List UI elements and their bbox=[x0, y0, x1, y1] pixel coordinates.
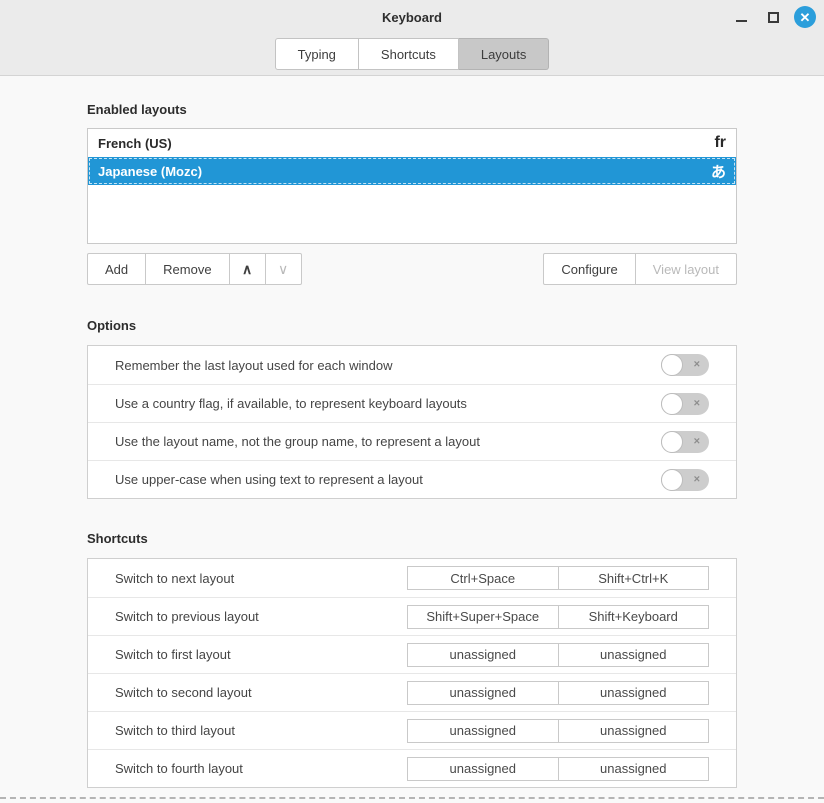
keybinding-button-2[interactable]: unassigned bbox=[559, 757, 710, 781]
shortcut-label: Switch to previous layout bbox=[115, 609, 407, 624]
layout-indicator-icon: あ bbox=[711, 161, 726, 182]
maximize-button[interactable] bbox=[762, 6, 784, 28]
shortcut-label: Switch to next layout bbox=[115, 571, 407, 586]
tab-shortcuts-label: Shortcuts bbox=[381, 47, 436, 62]
shortcut-row-next-layout: Switch to next layout Ctrl+Space Shift+C… bbox=[88, 559, 736, 597]
configure-button[interactable]: Configure bbox=[543, 253, 635, 285]
layout-actions-row: Add Remove ∧ ∨ Configure View layout bbox=[87, 253, 737, 285]
move-down-button[interactable]: ∨ bbox=[266, 253, 302, 285]
keybinding-group: Shift+Super+Space Shift+Keyboard bbox=[407, 605, 709, 629]
view-layout-button[interactable]: View layout bbox=[636, 253, 737, 285]
shortcut-row-second-layout: Switch to second layout unassigned unass… bbox=[88, 673, 736, 711]
option-label: Use upper-case when using text to repres… bbox=[115, 472, 661, 487]
move-up-button[interactable]: ∧ bbox=[230, 253, 266, 285]
shortcut-row-previous-layout: Switch to previous layout Shift+Super+Sp… bbox=[88, 597, 736, 635]
toggle-off-icon: × bbox=[694, 398, 700, 409]
option-row-remember-last-layout: Remember the last layout used for each w… bbox=[88, 346, 736, 384]
layout-list-item-japanese[interactable]: Japanese (Mozc) あ bbox=[88, 157, 736, 185]
keybinding-button-1[interactable]: unassigned bbox=[407, 719, 559, 743]
toggle-knob bbox=[661, 469, 683, 491]
chevron-up-icon: ∧ bbox=[242, 261, 252, 278]
option-label: Remember the last layout used for each w… bbox=[115, 358, 661, 373]
layout-list-item-french[interactable]: French (US) fr bbox=[88, 129, 736, 157]
layouts-page: Enabled layouts French (US) fr Japanese … bbox=[0, 102, 824, 788]
keybinding-button-1[interactable]: unassigned bbox=[407, 681, 559, 705]
option-row-upper-case: Use upper-case when using text to repres… bbox=[88, 460, 736, 498]
shortcut-row-first-layout: Switch to first layout unassigned unassi… bbox=[88, 635, 736, 673]
toggle-off-icon: × bbox=[694, 436, 700, 447]
upper-case-toggle[interactable]: × bbox=[661, 469, 709, 491]
keybinding-group: unassigned unassigned bbox=[407, 681, 709, 705]
shortcuts-box: Switch to next layout Ctrl+Space Shift+C… bbox=[87, 558, 737, 788]
keyboard-settings-window: Keyboard ✕ Typing Shortcuts bbox=[0, 0, 824, 803]
selection-dashed-line bbox=[0, 797, 824, 799]
maximize-icon bbox=[768, 12, 779, 23]
toggle-off-icon: × bbox=[694, 474, 700, 485]
chevron-down-icon: ∨ bbox=[278, 261, 288, 278]
close-icon: ✕ bbox=[800, 11, 811, 24]
tab-layouts[interactable]: Layouts bbox=[459, 38, 550, 70]
toggle-knob bbox=[661, 393, 683, 415]
country-flag-toggle[interactable]: × bbox=[661, 393, 709, 415]
shortcut-label: Switch to fourth layout bbox=[115, 761, 407, 776]
keybinding-button-1[interactable]: Ctrl+Space bbox=[407, 566, 559, 590]
add-button[interactable]: Add bbox=[87, 253, 146, 285]
layout-list: French (US) fr Japanese (Mozc) あ bbox=[87, 128, 737, 244]
layout-indicator-icon: fr bbox=[714, 134, 726, 152]
keybinding-group: unassigned unassigned bbox=[407, 719, 709, 743]
tab-layouts-label: Layouts bbox=[481, 47, 527, 62]
shortcut-row-third-layout: Switch to third layout unassigned unassi… bbox=[88, 711, 736, 749]
keybinding-button-1[interactable]: unassigned bbox=[407, 757, 559, 781]
option-label: Use the layout name, not the group name,… bbox=[115, 434, 661, 449]
layout-name-toggle[interactable]: × bbox=[661, 431, 709, 453]
window-header: Keyboard ✕ Typing Shortcuts bbox=[0, 0, 824, 76]
keybinding-button-1[interactable]: Shift+Super+Space bbox=[407, 605, 559, 629]
shortcut-label: Switch to third layout bbox=[115, 723, 407, 738]
shortcut-row-fourth-layout: Switch to fourth layout unassigned unass… bbox=[88, 749, 736, 787]
toggle-off-icon: × bbox=[694, 360, 700, 371]
keybinding-group: unassigned unassigned bbox=[407, 643, 709, 667]
list-edit-button-group: Add Remove ∧ ∨ bbox=[87, 253, 302, 285]
keybinding-button-2[interactable]: unassigned bbox=[559, 643, 710, 667]
enabled-layouts-heading: Enabled layouts bbox=[87, 102, 737, 117]
minimize-button[interactable] bbox=[730, 6, 752, 28]
window-title: Keyboard bbox=[382, 10, 442, 25]
option-row-country-flag: Use a country flag, if available, to rep… bbox=[88, 384, 736, 422]
layout-name: French (US) bbox=[98, 136, 714, 151]
tab-typing[interactable]: Typing bbox=[275, 38, 359, 70]
shortcuts-heading: Shortcuts bbox=[87, 531, 737, 546]
tab-group: Typing Shortcuts Layouts bbox=[275, 38, 550, 70]
close-button[interactable]: ✕ bbox=[794, 6, 816, 28]
layout-name: Japanese (Mozc) bbox=[98, 164, 711, 179]
keybinding-group: Ctrl+Space Shift+Ctrl+K bbox=[407, 566, 709, 590]
shortcut-label: Switch to second layout bbox=[115, 685, 407, 700]
keybinding-button-2[interactable]: unassigned bbox=[559, 681, 710, 705]
options-box: Remember the last layout used for each w… bbox=[87, 345, 737, 499]
layout-tools-button-group: Configure View layout bbox=[543, 253, 737, 285]
toggle-knob bbox=[661, 431, 683, 453]
options-heading: Options bbox=[87, 318, 737, 333]
keybinding-button-1[interactable]: unassigned bbox=[407, 643, 559, 667]
tab-typing-label: Typing bbox=[298, 47, 336, 62]
keybinding-group: unassigned unassigned bbox=[407, 757, 709, 781]
option-label: Use a country flag, if available, to rep… bbox=[115, 396, 661, 411]
titlebar[interactable]: Keyboard ✕ bbox=[0, 0, 824, 34]
remember-last-layout-toggle[interactable]: × bbox=[661, 354, 709, 376]
keybinding-button-2[interactable]: Shift+Ctrl+K bbox=[559, 566, 710, 590]
toggle-knob bbox=[661, 354, 683, 376]
window-controls: ✕ bbox=[730, 0, 816, 34]
option-row-layout-name: Use the layout name, not the group name,… bbox=[88, 422, 736, 460]
tab-shortcuts[interactable]: Shortcuts bbox=[359, 38, 459, 70]
remove-button[interactable]: Remove bbox=[146, 253, 229, 285]
shortcut-label: Switch to first layout bbox=[115, 647, 407, 662]
keybinding-button-2[interactable]: Shift+Keyboard bbox=[559, 605, 710, 629]
tab-bar: Typing Shortcuts Layouts bbox=[0, 34, 824, 70]
minimize-icon bbox=[736, 20, 747, 22]
keybinding-button-2[interactable]: unassigned bbox=[559, 719, 710, 743]
